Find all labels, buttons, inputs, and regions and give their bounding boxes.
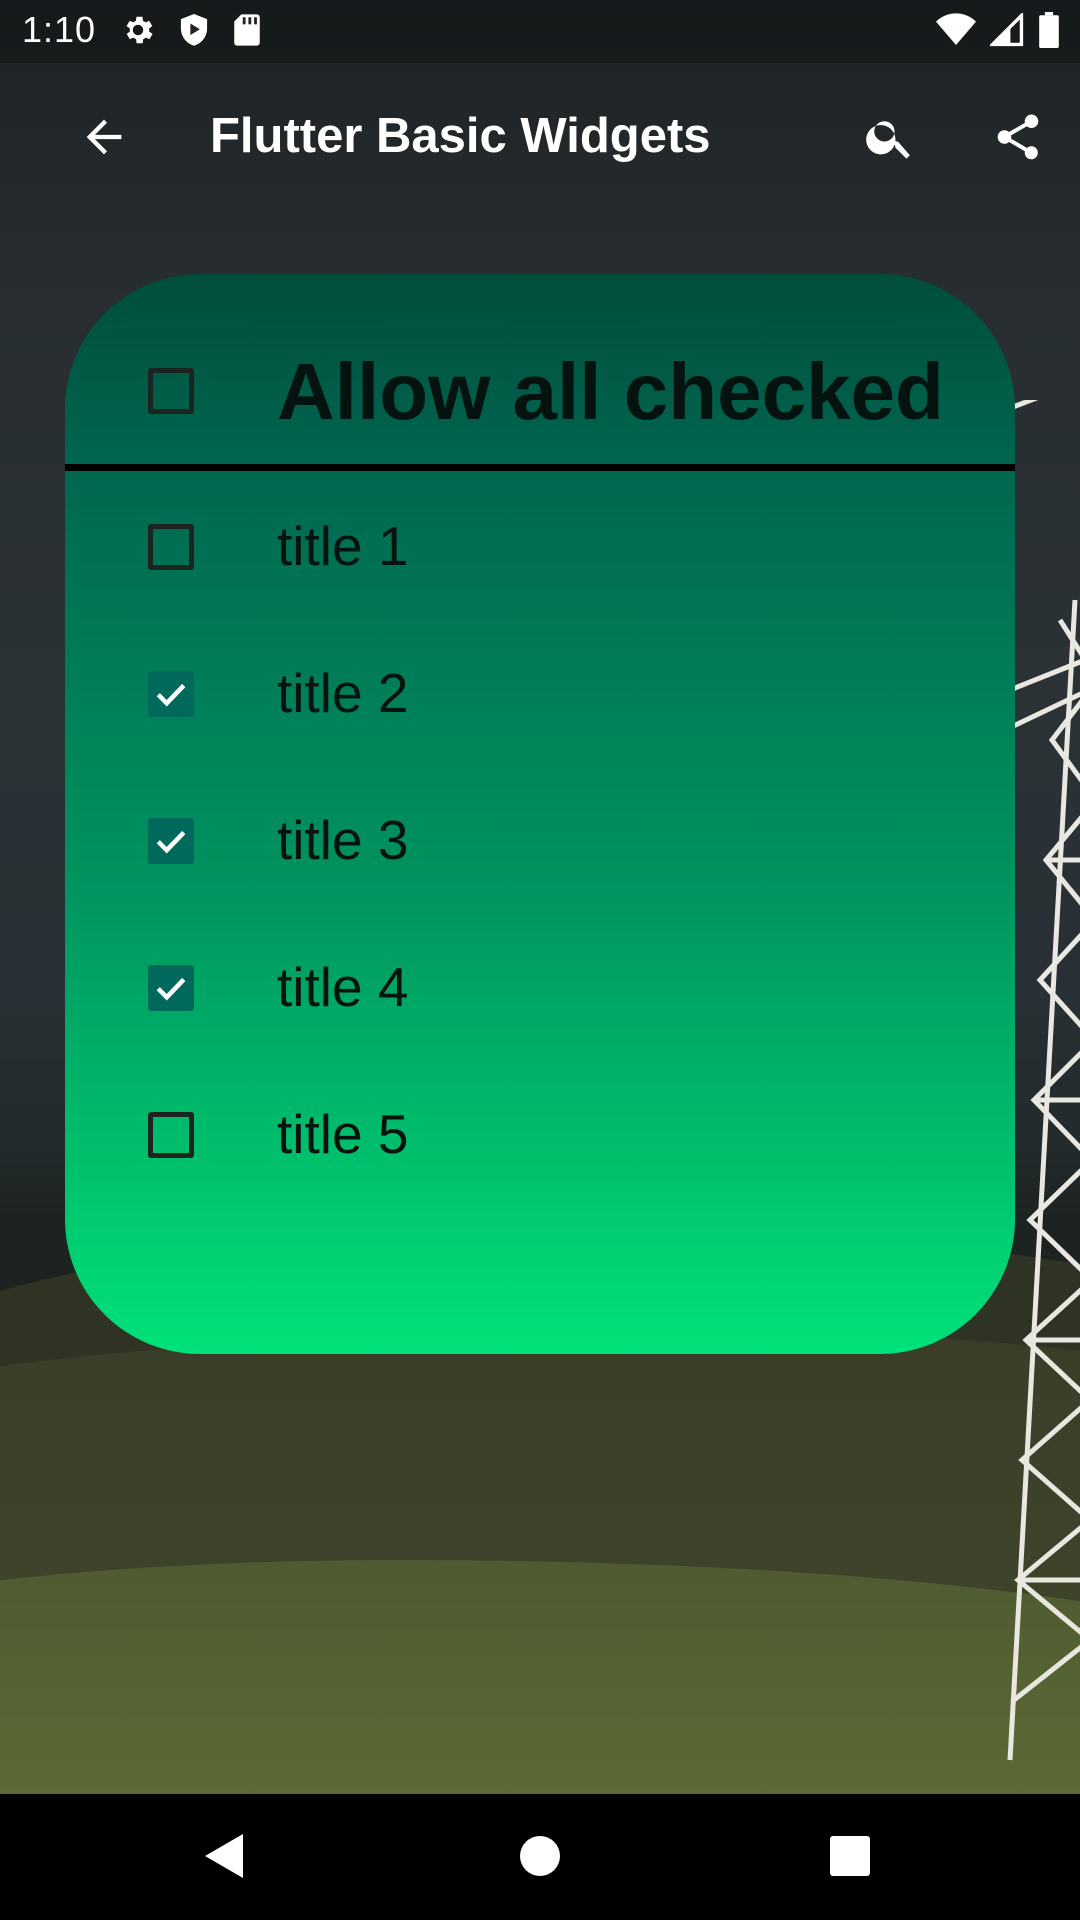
item-checkbox[interactable] <box>148 524 194 570</box>
select-all-checkbox[interactable] <box>148 368 194 414</box>
item-checkbox[interactable] <box>148 818 194 864</box>
status-time: 1:10 <box>22 9 97 50</box>
battery-icon <box>1039 12 1059 48</box>
divider <box>65 464 1015 471</box>
item-checkbox[interactable] <box>148 965 194 1011</box>
list-item[interactable]: title 2 <box>65 621 1015 768</box>
recents-square-icon <box>830 1836 870 1876</box>
check-icon <box>156 830 186 854</box>
status-right-icons <box>936 12 1060 48</box>
arrow-back-icon <box>86 119 122 155</box>
share-button[interactable] <box>980 99 1056 175</box>
system-nav-bar <box>0 1794 1080 1920</box>
back-button[interactable] <box>66 99 142 175</box>
list-item[interactable]: title 3 <box>65 768 1015 915</box>
share-icon <box>997 114 1039 160</box>
item-label: title 5 <box>277 1103 409 1165</box>
background-field <box>0 1560 1080 1794</box>
item-checkbox[interactable] <box>148 671 194 717</box>
item-label: title 4 <box>277 956 409 1018</box>
search-icon <box>866 121 910 159</box>
app-bar: Flutter Basic Widgets <box>0 63 1080 210</box>
status-left-icons <box>120 12 262 48</box>
page-title: Flutter Basic Widgets <box>210 109 711 163</box>
list-item[interactable]: title 1 <box>65 474 1015 621</box>
select-all-label: Allow all checked <box>277 347 944 436</box>
nav-home-button[interactable] <box>510 1826 570 1886</box>
checkbox-list-card: Allow all checked title 1 title 2 title … <box>65 274 1015 1354</box>
item-label: title 2 <box>277 662 409 724</box>
check-icon <box>156 683 186 707</box>
list-item[interactable]: title 4 <box>65 915 1015 1062</box>
back-triangle-icon <box>205 1834 243 1878</box>
play-protect-icon <box>180 14 208 46</box>
search-button[interactable] <box>852 99 928 175</box>
list-item[interactable]: title 5 <box>65 1062 1015 1209</box>
cell-signal-icon <box>990 13 1024 47</box>
nav-back-button[interactable] <box>195 1826 255 1886</box>
select-all-row[interactable]: Allow all checked <box>65 274 1015 464</box>
item-checkbox[interactable] <box>148 1112 194 1158</box>
check-icon <box>156 977 186 1001</box>
nav-recents-button[interactable] <box>820 1826 880 1886</box>
home-circle-icon <box>520 1836 560 1876</box>
wifi-icon <box>936 13 976 45</box>
item-label: title 3 <box>277 809 409 871</box>
status-bar: 1:10 <box>0 0 1080 63</box>
sd-card-icon <box>234 14 260 46</box>
settings-icon <box>126 16 153 44</box>
item-label: title 1 <box>277 515 409 577</box>
